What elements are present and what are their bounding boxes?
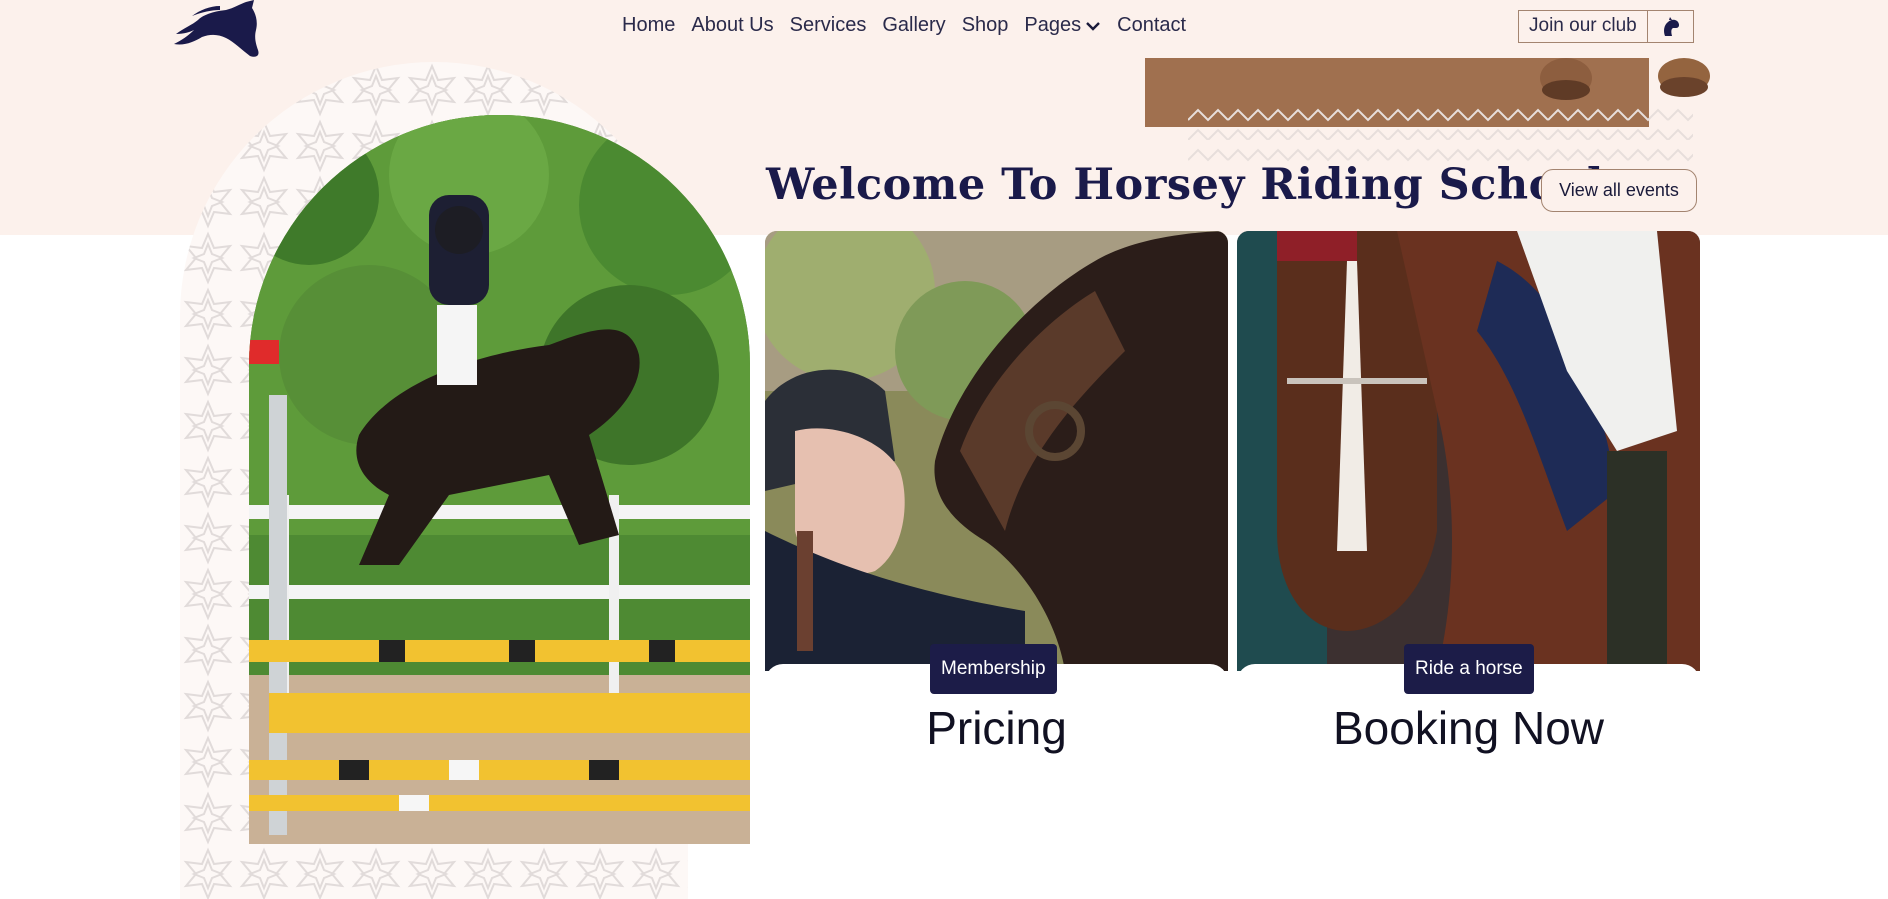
nav-about-us[interactable]: About Us [691, 14, 773, 37]
ride-a-horse-card[interactable]: Ride a horse Booking Now [1237, 231, 1700, 784]
nav-pages-label: Pages [1024, 14, 1082, 36]
join-club-group: Join our club [1518, 10, 1694, 43]
rider-jumping-horse-photo [249, 115, 750, 844]
view-all-events-button[interactable]: View all events [1541, 169, 1697, 212]
card-title[interactable]: Booking Now [1237, 701, 1700, 755]
nav-shop[interactable]: Shop [962, 14, 1009, 37]
nav-contact[interactable]: Contact [1117, 14, 1186, 37]
nav-pages[interactable]: Pages [1024, 14, 1101, 37]
horse-head-logo-icon[interactable] [172, 0, 272, 60]
geometric-pattern-strip [1188, 100, 1693, 166]
horse-close-up-photo [1237, 231, 1700, 671]
membership-badge[interactable]: Membership [930, 644, 1057, 694]
card-title[interactable]: Pricing [765, 701, 1228, 755]
horse-head-icon[interactable] [1648, 11, 1693, 42]
horse-hoof-image [1655, 56, 1713, 100]
chevron-down-icon [1086, 21, 1100, 31]
rider-kissing-horse-photo [765, 231, 1228, 671]
membership-card[interactable]: Membership Pricing [765, 231, 1228, 784]
ride-a-horse-badge[interactable]: Ride a horse [1404, 644, 1534, 694]
horse-hoof-image [1535, 56, 1597, 104]
nav-gallery[interactable]: Gallery [882, 14, 945, 37]
nav-home[interactable]: Home [622, 14, 675, 37]
page-title: Welcome To Horsey Riding School [766, 160, 1604, 210]
join-club-button[interactable]: Join our club [1519, 11, 1648, 42]
main-nav: Home About Us Services Gallery Shop Page… [622, 14, 1186, 37]
nav-services[interactable]: Services [790, 14, 867, 37]
